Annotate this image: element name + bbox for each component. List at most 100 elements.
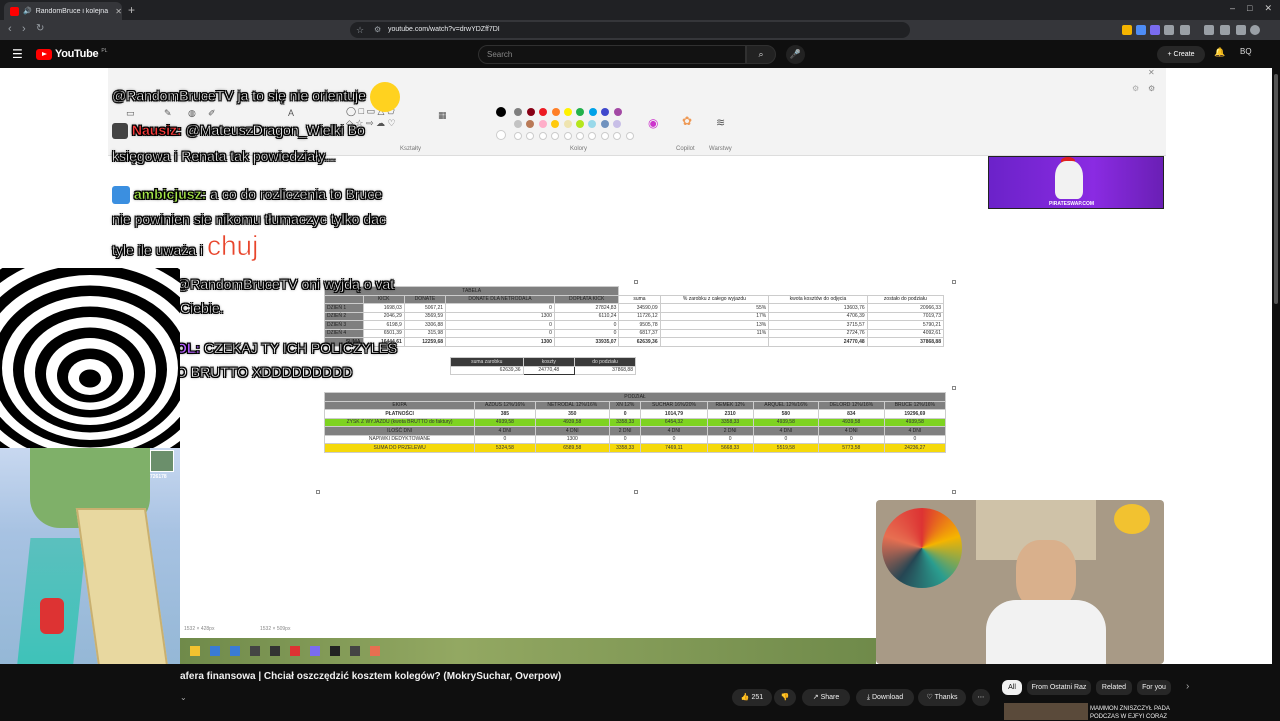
chip-from-ostatni-raz[interactable]: From Ostatni Raz: [1027, 680, 1091, 695]
url-field[interactable]: ☆ ⚙ youtube.com/watch?v=drwYDZff7DI: [350, 22, 910, 38]
taskbar-app-icon[interactable]: [290, 646, 300, 656]
like-button[interactable]: 👍 251: [732, 689, 772, 706]
maximize-button[interactable]: □: [1247, 3, 1252, 14]
reload-icon[interactable]: ↻: [36, 23, 44, 34]
close-paint-icon[interactable]: ✕: [1148, 68, 1155, 77]
settings-gear-icon[interactable]: ⚙: [1132, 84, 1139, 93]
close-tab-icon[interactable]: ✕: [115, 7, 122, 16]
settings-gear-icon[interactable]: ⚙: [1148, 84, 1155, 93]
color-swatch[interactable]: [538, 120, 547, 128]
scrollbar-thumb[interactable]: [1274, 74, 1278, 304]
search-input[interactable]: Search: [478, 45, 746, 64]
taskbar-app-icon[interactable]: [190, 646, 200, 656]
youtube-logo[interactable]: YouTube PL: [36, 48, 107, 60]
speaker-icon[interactable]: 🔊: [23, 7, 32, 15]
color-swatch[interactable]: [613, 120, 622, 128]
recommendation-thumbnail[interactable]: [1004, 703, 1088, 720]
chip-all[interactable]: All: [1002, 680, 1022, 695]
extension-icon[interactable]: [1136, 25, 1146, 35]
taskbar-app-icon[interactable]: [310, 646, 320, 656]
minimize-button[interactable]: –: [1230, 3, 1235, 14]
taskbar-app-icon[interactable]: [350, 646, 360, 656]
search-icon[interactable]: ⌕: [746, 45, 776, 64]
create-button[interactable]: + Create: [1157, 46, 1205, 63]
avatar[interactable]: BQ: [1240, 47, 1252, 56]
taskbar-app-icon[interactable]: [270, 646, 280, 656]
color-swatch[interactable]: [526, 108, 535, 116]
color-swatch[interactable]: [563, 120, 572, 128]
layers-icon[interactable]: ≋: [716, 116, 725, 129]
outline-icon[interactable]: ▦: [438, 110, 447, 121]
sidepanel-icon[interactable]: [1220, 25, 1230, 35]
color-swatch[interactable]: [514, 120, 522, 128]
site-info-icon[interactable]: ⚙: [374, 22, 381, 38]
download-icon[interactable]: [1236, 25, 1246, 35]
color-swatch[interactable]: [576, 120, 584, 128]
extension-icon[interactable]: [1150, 25, 1160, 35]
extension-icon[interactable]: [1122, 25, 1132, 35]
back-icon[interactable]: ‹: [8, 23, 12, 35]
close-window-button[interactable]: ✕: [1264, 3, 1272, 14]
color-swatch[interactable]: [496, 107, 506, 117]
more-actions-button[interactable]: ⋯: [972, 689, 990, 706]
copilot-icon[interactable]: ✿: [682, 114, 692, 128]
empty-color-swatch[interactable]: [514, 132, 522, 140]
taskbar-app-icon[interactable]: [210, 646, 220, 656]
empty-color-swatch[interactable]: [563, 132, 572, 140]
download-button[interactable]: ⤓ Download: [856, 689, 914, 706]
taskbar-app-icon[interactable]: [370, 646, 380, 656]
color-swatch[interactable]: [588, 108, 597, 116]
color-swatch[interactable]: [576, 108, 585, 116]
color-swatch[interactable]: [600, 120, 609, 128]
color-swatch[interactable]: [613, 108, 622, 116]
empty-color-swatch[interactable]: [588, 132, 597, 140]
chip-related[interactable]: Related: [1096, 680, 1132, 695]
taskbar-app-icon[interactable]: [250, 646, 260, 656]
resize-handle[interactable]: [316, 490, 320, 494]
media-icon[interactable]: [1204, 25, 1214, 35]
hamburger-menu-icon[interactable]: ☰: [12, 47, 23, 61]
resize-handle[interactable]: [952, 386, 956, 390]
video-player[interactable]: ▭ ✎ ◍ ✐ A ◯ □ ▭ △ ⬠ ◇ ☆ ⇨ ☁ ♡ ▦ Kształty…: [0, 68, 1272, 664]
color-swatch[interactable]: [601, 108, 610, 116]
chevron-right-icon[interactable]: ›: [1186, 681, 1189, 692]
empty-color-swatch[interactable]: [576, 132, 584, 140]
thanks-button[interactable]: ♡ Thanks: [918, 689, 966, 706]
color-swatch[interactable]: [551, 108, 560, 116]
empty-color-swatch[interactable]: [526, 132, 535, 140]
empty-color-swatch[interactable]: [551, 132, 560, 140]
color-swatch[interactable]: [551, 120, 560, 128]
profile-icon[interactable]: [1250, 25, 1260, 35]
secondary-color-swatch[interactable]: [496, 130, 506, 140]
color-swatch[interactable]: [526, 120, 535, 128]
empty-color-swatch[interactable]: [625, 132, 634, 140]
chip-for-you[interactable]: For you: [1137, 680, 1171, 695]
dislike-button[interactable]: 👎: [774, 689, 796, 706]
color-swatch[interactable]: [564, 108, 572, 116]
expand-chevron-icon[interactable]: ⌄: [180, 693, 187, 702]
extension-icon[interactable]: [1164, 25, 1174, 35]
color-swatch[interactable]: [539, 108, 548, 116]
taskbar-app-icon[interactable]: [230, 646, 240, 656]
microphone-icon[interactable]: 🎤: [786, 45, 805, 64]
color-swatch[interactable]: [588, 120, 597, 128]
resize-handle[interactable]: [952, 280, 956, 284]
empty-color-swatch[interactable]: [613, 132, 622, 140]
page-scrollbar[interactable]: [1272, 68, 1280, 720]
taskbar-app-icon[interactable]: [330, 646, 340, 656]
new-tab-button[interactable]: +: [128, 3, 135, 17]
bookmark-icon[interactable]: ☆: [356, 22, 364, 38]
notifications-bell-icon[interactable]: 🔔: [1214, 47, 1225, 58]
color-wheel-icon[interactable]: ◉: [648, 116, 658, 130]
forward-icon[interactable]: ›: [22, 23, 26, 35]
resize-handle[interactable]: [634, 280, 638, 284]
empty-color-swatch[interactable]: [600, 132, 609, 140]
color-swatch[interactable]: [514, 108, 523, 116]
share-button[interactable]: ↗ Share: [802, 689, 850, 706]
recommendation-title[interactable]: MAMMON ZNISZCZYŁ PADA PODCZAS W EJFYI CO…: [1090, 705, 1190, 721]
empty-color-swatch[interactable]: [538, 132, 547, 140]
resize-handle[interactable]: [634, 490, 638, 494]
resize-handle[interactable]: [952, 490, 956, 494]
browser-tab[interactable]: 🔊 RandomBruce i kolejna af ✕: [4, 2, 122, 20]
extension-icon[interactable]: [1180, 25, 1190, 35]
